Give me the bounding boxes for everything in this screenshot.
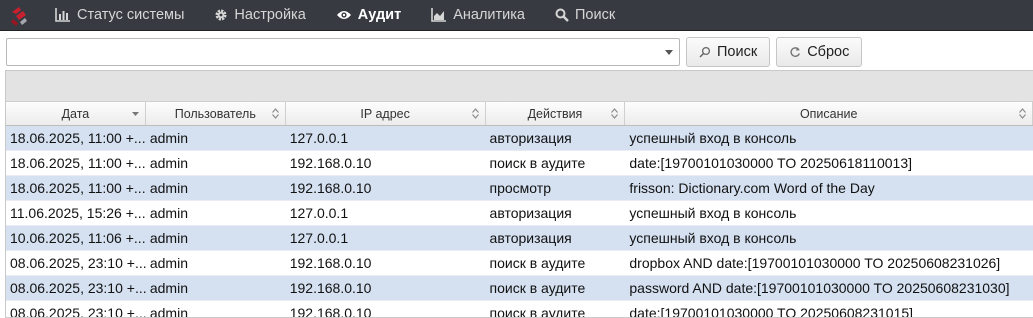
search-button-label: Поиск bbox=[717, 44, 758, 60]
table-row[interactable]: 08.06.2025, 23:10 +... admin 192.168.0.1… bbox=[6, 251, 1033, 276]
refresh-icon bbox=[789, 46, 801, 58]
column-header-user[interactable]: Пользователь bbox=[146, 102, 286, 125]
cell-user: admin bbox=[149, 180, 188, 196]
cell-user: admin bbox=[149, 280, 188, 296]
table-header: Дата Пользователь IP адрес Действия Опис… bbox=[6, 102, 1033, 126]
search-icon bbox=[699, 46, 711, 58]
cell-user: admin bbox=[149, 205, 188, 221]
sort-desc-icon[interactable] bbox=[131, 108, 139, 119]
cell-ip: 127.0.0.1 bbox=[289, 130, 349, 146]
sort-icon[interactable] bbox=[271, 108, 279, 119]
cell-date: 18.06.2025, 11:00 +... bbox=[10, 155, 146, 171]
cell-user: admin bbox=[149, 130, 188, 146]
cell-date: 18.06.2025, 11:00 +... bbox=[10, 180, 146, 196]
cell-date: 11.06.2025, 15:26 +... bbox=[10, 205, 146, 221]
cell-description: успешный вход в консоль bbox=[629, 130, 797, 146]
table-row[interactable]: 11.06.2025, 15:26 +... admin 127.0.0.1 а… bbox=[6, 201, 1033, 226]
cell-ip: 192.168.0.10 bbox=[289, 305, 372, 318]
cell-ip: 127.0.0.1 bbox=[289, 205, 349, 221]
cell-description: date:[19700101030000 TO 20250618110013] bbox=[629, 155, 912, 171]
table-toolbar bbox=[6, 71, 1033, 102]
cell-description: dropbox AND date:[19700101030000 TO 2025… bbox=[629, 255, 1001, 271]
nav-label: Настройка bbox=[234, 7, 306, 23]
cell-action: поиск в аудите bbox=[489, 305, 586, 318]
sort-icon[interactable] bbox=[611, 108, 619, 119]
column-header-description[interactable]: Описание bbox=[625, 102, 1033, 125]
table-row[interactable]: 18.06.2025, 11:00 +... admin 192.168.0.1… bbox=[6, 176, 1033, 201]
search-button[interactable]: Поиск bbox=[686, 37, 771, 67]
reset-button-label: Сброс bbox=[807, 44, 850, 60]
cell-description: успешный вход в консоль bbox=[629, 230, 797, 246]
cell-description: password AND date:[19700101030000 TO 202… bbox=[629, 280, 1010, 296]
cell-user: admin bbox=[149, 230, 188, 246]
column-header-label: Описание bbox=[799, 106, 858, 121]
cell-ip: 192.168.0.10 bbox=[289, 155, 372, 171]
table-row[interactable]: 10.06.2025, 11:06 +... admin 127.0.0.1 а… bbox=[6, 226, 1033, 251]
cell-action: авторизация bbox=[489, 205, 572, 221]
cell-action: поиск в аудите bbox=[489, 255, 586, 271]
cell-date: 08.06.2025, 23:10 +... bbox=[10, 255, 146, 271]
column-header-label: Пользователь bbox=[174, 106, 256, 121]
cell-description: успешный вход в консоль bbox=[629, 205, 797, 221]
sort-icon[interactable] bbox=[1019, 108, 1026, 119]
nav-label: Аудит bbox=[357, 7, 402, 23]
bar-chart-icon bbox=[55, 8, 71, 22]
nav-item-settings[interactable]: Настройка bbox=[199, 0, 320, 30]
audit-log-table: Дата Пользователь IP адрес Действия Опис… bbox=[5, 70, 1033, 318]
column-header-label: IP адрес bbox=[360, 106, 410, 121]
cell-action: поиск в аудите bbox=[489, 155, 586, 171]
cell-date: 08.06.2025, 23:10 +... bbox=[10, 280, 146, 296]
cell-description: frisson: Dictionary.com Word of the Day bbox=[629, 180, 875, 196]
cell-date: 10.06.2025, 11:06 +... bbox=[10, 230, 146, 246]
search-icon bbox=[555, 8, 569, 22]
column-header-action[interactable]: Действия bbox=[486, 102, 626, 125]
column-header-ip[interactable]: IP адрес bbox=[286, 102, 486, 125]
eye-icon bbox=[336, 9, 352, 21]
cell-action: поиск в аудите bbox=[489, 280, 586, 296]
table-row[interactable]: 08.06.2025, 23:10 +... admin 192.168.0.1… bbox=[6, 301, 1033, 318]
cell-user: admin bbox=[149, 305, 188, 318]
audit-search-bar: Поиск Сброс bbox=[0, 31, 1033, 73]
nav-item-audit[interactable]: Аудит bbox=[321, 0, 416, 30]
cell-user: admin bbox=[149, 155, 188, 171]
top-navbar: Статус системы Настройка Аудит Аналитика… bbox=[0, 0, 1033, 31]
nav-label: Поиск bbox=[574, 7, 616, 23]
cell-date: 18.06.2025, 11:00 +... bbox=[10, 130, 146, 146]
table-row[interactable]: 18.06.2025, 11:00 +... admin 127.0.0.1 а… bbox=[6, 126, 1033, 151]
cell-action: авторизация bbox=[489, 130, 572, 146]
cell-description: date:[19700101030000 TO 20250608231015] bbox=[629, 305, 914, 318]
cell-user: admin bbox=[149, 255, 188, 271]
table-row[interactable]: 18.06.2025, 11:00 +... admin 192.168.0.1… bbox=[6, 151, 1033, 176]
nav-item-analytics[interactable]: Аналитика bbox=[416, 0, 540, 30]
gear-icon bbox=[214, 8, 228, 22]
cell-ip: 192.168.0.10 bbox=[289, 280, 372, 296]
audit-query-combobox[interactable] bbox=[6, 38, 680, 66]
column-header-label: Действия bbox=[527, 106, 583, 121]
column-header-date[interactable]: Дата bbox=[6, 102, 146, 125]
column-header-label: Дата bbox=[61, 106, 90, 121]
table-body: 18.06.2025, 11:00 +... admin 127.0.0.1 а… bbox=[6, 126, 1033, 318]
table-row[interactable]: 08.06.2025, 23:10 +... admin 192.168.0.1… bbox=[6, 276, 1033, 301]
chevron-down-icon[interactable] bbox=[665, 50, 673, 55]
cell-action: просмотр bbox=[489, 180, 551, 196]
cell-action: авторизация bbox=[489, 230, 572, 246]
cell-date: 08.06.2025, 23:10 +... bbox=[10, 305, 146, 318]
cell-ip: 192.168.0.10 bbox=[289, 255, 372, 271]
nav-label: Аналитика bbox=[453, 7, 525, 23]
nav-item-system-status[interactable]: Статус системы bbox=[40, 0, 199, 30]
app-logo[interactable] bbox=[8, 4, 30, 26]
cell-ip: 192.168.0.10 bbox=[289, 180, 372, 196]
area-chart-icon bbox=[431, 8, 447, 22]
nav-item-search[interactable]: Поиск bbox=[540, 0, 630, 30]
cell-ip: 127.0.0.1 bbox=[289, 230, 349, 246]
nav-label: Статус системы bbox=[77, 7, 185, 23]
sort-icon[interactable] bbox=[471, 108, 479, 119]
reset-button[interactable]: Сброс bbox=[776, 37, 863, 67]
